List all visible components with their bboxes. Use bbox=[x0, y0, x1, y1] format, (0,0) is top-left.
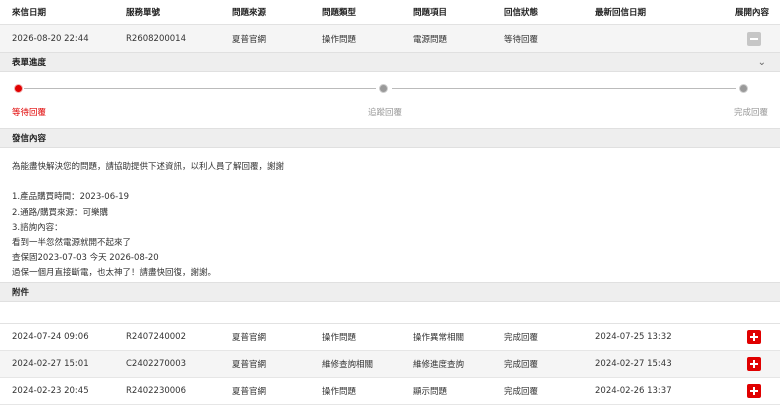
ticket-list: 來信日期 服務單號 問題來源 問題類型 問題項目 回信狀態 最新回信日期 展開內… bbox=[0, 0, 780, 406]
table-row[interactable]: 2024-02-27 15:01 C2402270003 夏普官網 維修查詢相關… bbox=[0, 351, 780, 378]
col-header-date: 來信日期 bbox=[12, 8, 47, 18]
attachments-body bbox=[0, 302, 780, 324]
cell-latest-reply: 2024-02-26 13:37 bbox=[595, 386, 672, 396]
progress-step-label-1: 等待回覆 bbox=[12, 108, 47, 118]
cell-ticket: R2402230006 bbox=[126, 386, 186, 396]
cell-source: 夏普官網 bbox=[232, 34, 267, 45]
expand-button[interactable] bbox=[736, 324, 772, 350]
cell-date: 2024-02-23 20:45 bbox=[12, 386, 89, 396]
cell-status: 等待回覆 bbox=[504, 34, 539, 45]
cell-latest-reply: 2024-07-25 13:32 bbox=[595, 332, 672, 342]
plus-square-icon[interactable] bbox=[747, 330, 761, 344]
table-row[interactable]: 2024-07-24 09:06 R2407240002 夏普官網 操作問題 操… bbox=[0, 324, 780, 351]
col-header-expand: 展開內容 bbox=[734, 8, 769, 18]
cell-item: 維修進度查詢 bbox=[413, 360, 465, 370]
col-header-source: 問題來源 bbox=[232, 8, 267, 18]
progress-track-1 bbox=[24, 88, 376, 89]
col-header-status: 回信狀態 bbox=[504, 8, 539, 18]
cell-status: 完成回覆 bbox=[504, 333, 539, 343]
cell-date: 2024-02-27 15:01 bbox=[12, 359, 89, 369]
cell-source: 夏普官網 bbox=[232, 387, 267, 397]
message-line: 1.產品購買時間：2023-06-19 bbox=[12, 192, 130, 203]
message-section-bar: 發信內容 bbox=[0, 128, 780, 148]
col-header-type: 問題類型 bbox=[322, 8, 357, 18]
progress-section-title: 表單進度 bbox=[12, 58, 47, 68]
cell-item: 操作異常相關 bbox=[413, 333, 465, 343]
message-line: 看到一半忽然電源就開不起來了 bbox=[12, 238, 132, 249]
minus-square-icon[interactable] bbox=[747, 31, 761, 46]
col-header-item: 問題項目 bbox=[413, 8, 448, 18]
expand-button[interactable] bbox=[736, 351, 772, 377]
message-line: 查保固2023-07-03 今天 2026-08-20 bbox=[12, 253, 159, 264]
cell-item: 電源問題 bbox=[413, 34, 448, 45]
cell-status: 完成回覆 bbox=[504, 387, 539, 397]
cell-type: 操作問題 bbox=[322, 387, 357, 397]
plus-square-icon[interactable] bbox=[747, 357, 761, 371]
cell-date: 2026-08-20 22:44 bbox=[12, 33, 89, 44]
col-header-latest-reply: 最新回信日期 bbox=[595, 8, 647, 18]
expand-button[interactable] bbox=[736, 378, 772, 404]
cell-type: 操作問題 bbox=[322, 34, 357, 45]
cell-status: 完成回覆 bbox=[504, 360, 539, 370]
progress-track-2 bbox=[392, 88, 736, 89]
chevron-down-icon[interactable]: ⌄ bbox=[758, 53, 766, 71]
cell-item: 顯示問題 bbox=[413, 387, 448, 397]
cell-type: 操作問題 bbox=[322, 333, 357, 343]
message-line bbox=[12, 175, 768, 190]
cell-ticket: C2402270003 bbox=[126, 359, 187, 369]
cell-ticket: R2608200014 bbox=[126, 33, 186, 44]
message-body: 為能盡快解決您的問題，請協助提供下述資訊，以利人員了解回覆，謝謝 1.產品購買時… bbox=[0, 150, 780, 280]
progress-step-label-3: 完成回覆 bbox=[733, 108, 768, 118]
progress-step-dot-2 bbox=[379, 84, 388, 93]
message-line: 過保一個月直接斷電，也太神了！請盡快回復，謝謝。 bbox=[12, 268, 217, 279]
attachments-section-bar: 附件 bbox=[0, 282, 780, 302]
cell-ticket: R2407240002 bbox=[126, 332, 186, 342]
plus-square-icon[interactable] bbox=[747, 384, 761, 398]
cell-date: 2024-07-24 09:06 bbox=[12, 332, 89, 342]
col-header-ticket: 服務單號 bbox=[126, 8, 161, 18]
table-row-expanded[interactable]: 2026-08-20 22:44 R2608200014 夏普官網 操作問題 電… bbox=[0, 24, 780, 52]
message-line: 為能盡快解決您的問題，請協助提供下述資訊，以利人員了解回覆，謝謝 bbox=[12, 162, 285, 172]
message-line: 2.通路/購買來源：可樂購 bbox=[12, 207, 108, 218]
cell-source: 夏普官網 bbox=[232, 333, 267, 343]
table-row[interactable]: 2024-02-23 20:45 R2402230006 夏普官網 操作問題 顯… bbox=[0, 378, 780, 405]
attachments-section-title: 附件 bbox=[12, 288, 30, 298]
collapse-button[interactable] bbox=[736, 25, 772, 52]
table-header: 來信日期 服務單號 問題來源 問題類型 問題項目 回信狀態 最新回信日期 展開內… bbox=[0, 0, 780, 24]
progress-step-dot-1 bbox=[14, 84, 23, 93]
message-section-title: 發信內容 bbox=[12, 134, 47, 144]
progress-section-bar[interactable]: 表單進度 ⌄ bbox=[0, 52, 780, 72]
progress-step-dot-3 bbox=[739, 84, 748, 93]
cell-type: 維修查詢相關 bbox=[322, 360, 374, 370]
message-line: 3.諮詢內容： bbox=[12, 222, 63, 233]
cell-latest-reply: 2024-02-27 15:43 bbox=[595, 359, 672, 369]
progress-step-label-2: 追蹤回覆 bbox=[368, 108, 403, 118]
progress-tracker: 等待回覆 追蹤回覆 完成回覆 bbox=[0, 72, 780, 128]
cell-source: 夏普官網 bbox=[232, 360, 267, 370]
